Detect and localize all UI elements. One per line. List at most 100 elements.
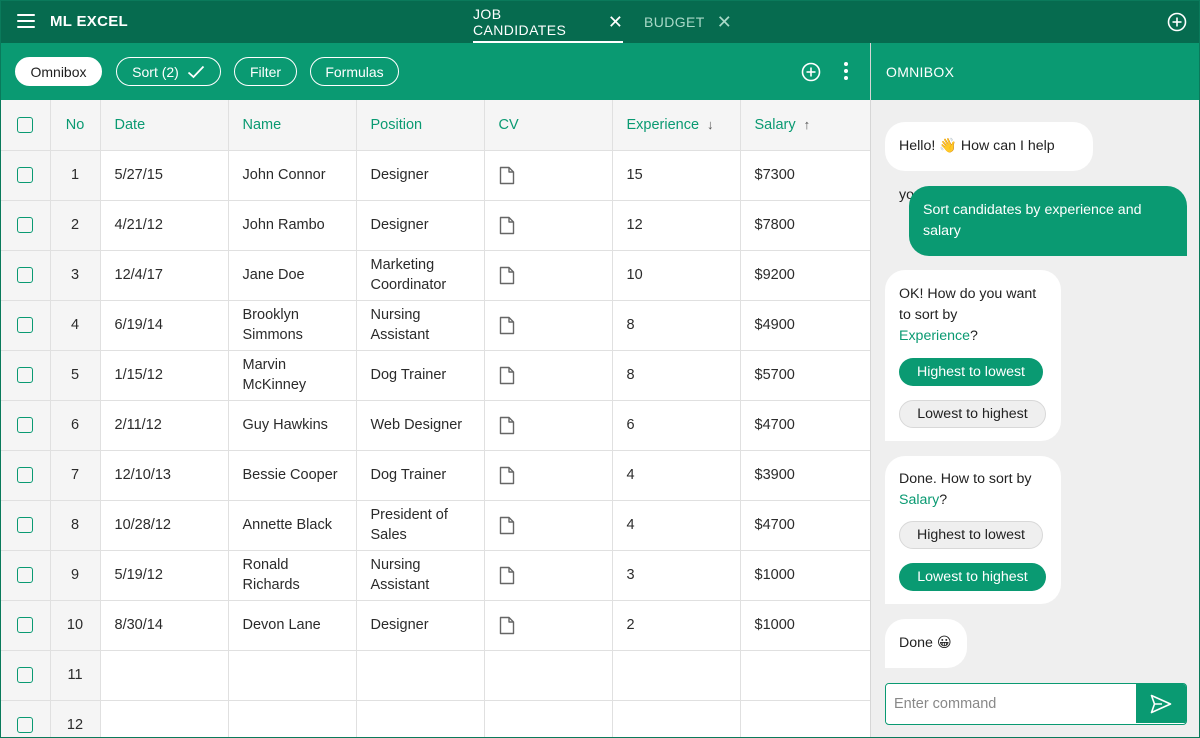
row-checkbox[interactable] xyxy=(17,667,34,684)
omnibox-button[interactable]: Omnibox xyxy=(15,57,102,86)
tab-job-candidates[interactable]: JOB CANDIDATES ✕ xyxy=(473,1,623,43)
column-header-experience[interactable]: Experience ↓ xyxy=(612,100,741,151)
cell-experience[interactable]: 8 xyxy=(612,350,741,401)
cell-salary[interactable]: $5700 xyxy=(740,350,870,401)
document-icon[interactable] xyxy=(499,616,515,635)
cell-salary[interactable]: $4700 xyxy=(740,500,870,551)
row-checkbox[interactable] xyxy=(17,517,34,534)
cell-cv[interactable] xyxy=(484,700,613,737)
column-header-date[interactable]: Date xyxy=(100,100,229,151)
cell-no[interactable]: 10 xyxy=(50,600,101,651)
cell-salary[interactable]: $4700 xyxy=(740,400,870,451)
row-checkbox[interactable] xyxy=(17,567,34,584)
cell-no[interactable]: 5 xyxy=(50,350,101,401)
cell-experience[interactable]: 4 xyxy=(612,500,741,551)
document-icon[interactable] xyxy=(499,266,515,285)
add-circle-icon[interactable] xyxy=(1167,12,1187,32)
formulas-button[interactable]: Formulas xyxy=(310,57,399,86)
document-icon[interactable] xyxy=(499,516,515,535)
cell-cv[interactable] xyxy=(484,300,613,351)
table-row[interactable]: 4 6/19/14 Brooklyn Simmons Nursing Assistan… xyxy=(1,300,870,351)
tab-budget[interactable]: BUDGET ✕ xyxy=(644,1,734,43)
salary-highest-to-lowest-option[interactable]: Highest to lowest xyxy=(899,521,1043,549)
table-row[interactable]: 7 12/10/13 Bessie Cooper Dog Trainer 4 $3900 xyxy=(1,450,870,501)
cell-name[interactable]: John Rambo xyxy=(228,200,357,251)
row-checkbox[interactable] xyxy=(17,717,34,734)
cell-cv[interactable] xyxy=(484,600,613,651)
cell-position[interactable]: Marketing Coordinator xyxy=(356,250,485,301)
row-checkbox[interactable] xyxy=(17,467,34,484)
cell-cv[interactable] xyxy=(484,250,613,301)
cell-name[interactable]: Annette Black xyxy=(228,500,357,551)
table-row[interactable]: 12 xyxy=(1,700,870,737)
cell-position[interactable]: Web Designer xyxy=(356,400,485,451)
cell-experience[interactable] xyxy=(612,650,741,701)
cell-name[interactable]: John Connor xyxy=(228,150,357,201)
cell-experience[interactable]: 8 xyxy=(612,300,741,351)
column-header-position[interactable]: Position xyxy=(356,100,485,151)
row-checkbox[interactable] xyxy=(17,367,34,384)
column-header-no[interactable]: No xyxy=(50,100,101,151)
cell-experience[interactable]: 10 xyxy=(612,250,741,301)
table-row[interactable]: 9 5/19/12 Ronald Richards Nursing Assistant… xyxy=(1,550,870,601)
cell-salary[interactable] xyxy=(740,700,870,737)
cell-date[interactable] xyxy=(100,650,229,701)
cell-no[interactable]: 11 xyxy=(50,650,101,701)
sort-button[interactable]: Sort (2) xyxy=(116,57,221,86)
cell-date[interactable]: 12/4/17 xyxy=(100,250,229,301)
table-row[interactable]: 8 10/28/12 Annette Black President of Sales… xyxy=(1,500,870,551)
cell-name[interactable]: Bessie Cooper xyxy=(228,450,357,501)
cell-salary[interactable] xyxy=(740,650,870,701)
cell-date[interactable]: 5/27/15 xyxy=(100,150,229,201)
cell-cv[interactable] xyxy=(484,200,613,251)
column-header-salary[interactable]: Salary ↑ xyxy=(740,100,870,151)
cell-experience[interactable]: 2 xyxy=(612,600,741,651)
cell-no[interactable]: 6 xyxy=(50,400,101,451)
cell-position[interactable] xyxy=(356,700,485,737)
cell-position[interactable]: Nursing Assistant xyxy=(356,300,485,351)
document-icon[interactable] xyxy=(499,466,515,485)
experience-lowest-to-highest-option[interactable]: Lowest to highest xyxy=(899,400,1046,428)
cell-name[interactable]: Ronald Richards xyxy=(228,550,357,601)
cell-date[interactable]: 2/11/12 xyxy=(100,400,229,451)
cell-date[interactable] xyxy=(100,700,229,737)
table-row[interactable]: 10 8/30/14 Devon Lane Designer 2 $1000 xyxy=(1,600,870,651)
cell-name[interactable] xyxy=(228,700,357,737)
document-icon[interactable] xyxy=(499,566,515,585)
column-header-name[interactable]: Name xyxy=(228,100,357,151)
cell-position[interactable]: Dog Trainer xyxy=(356,450,485,501)
cell-date[interactable]: 12/10/13 xyxy=(100,450,229,501)
cell-position[interactable] xyxy=(356,650,485,701)
cell-cv[interactable] xyxy=(484,650,613,701)
table-row[interactable]: 3 12/4/17 Jane Doe Marketing Coordinator 10 $… xyxy=(1,250,870,301)
cell-position[interactable]: Designer xyxy=(356,150,485,201)
cell-experience[interactable]: 4 xyxy=(612,450,741,501)
document-icon[interactable] xyxy=(499,416,515,435)
cell-salary[interactable]: $7300 xyxy=(740,150,870,201)
row-checkbox[interactable] xyxy=(17,267,34,284)
cell-experience[interactable]: 3 xyxy=(612,550,741,601)
row-checkbox[interactable] xyxy=(17,217,34,234)
cell-salary[interactable]: $3900 xyxy=(740,450,870,501)
row-checkbox[interactable] xyxy=(17,317,34,334)
cell-salary[interactable]: $1000 xyxy=(740,550,870,601)
close-icon[interactable]: ✕ xyxy=(608,13,623,31)
cell-name[interactable]: Jane Doe xyxy=(228,250,357,301)
arrow-up-icon[interactable]: ↑ xyxy=(804,117,811,132)
cell-no[interactable]: 7 xyxy=(50,450,101,501)
cell-no[interactable]: 1 xyxy=(50,150,101,201)
close-icon[interactable]: ✕ xyxy=(717,13,732,31)
cell-date[interactable]: 6/19/14 xyxy=(100,300,229,351)
table-row[interactable]: 5 1/15/12 Marvin McKinney Dog Trainer 8 $5700 xyxy=(1,350,870,401)
salary-lowest-to-highest-option[interactable]: Lowest to highest xyxy=(899,563,1046,591)
document-icon[interactable] xyxy=(499,216,515,235)
cell-name[interactable]: Marvin McKinney xyxy=(228,350,357,401)
cell-experience[interactable]: 15 xyxy=(612,150,741,201)
cell-salary[interactable]: $1000 xyxy=(740,600,870,651)
cell-position[interactable]: Dog Trainer xyxy=(356,350,485,401)
cell-no[interactable]: 8 xyxy=(50,500,101,551)
row-checkbox[interactable] xyxy=(17,417,34,434)
table-row[interactable]: 6 2/11/12 Guy Hawkins Web Designer 6 $4700 xyxy=(1,400,870,451)
row-checkbox[interactable] xyxy=(17,617,34,634)
cell-position[interactable]: Designer xyxy=(356,200,485,251)
